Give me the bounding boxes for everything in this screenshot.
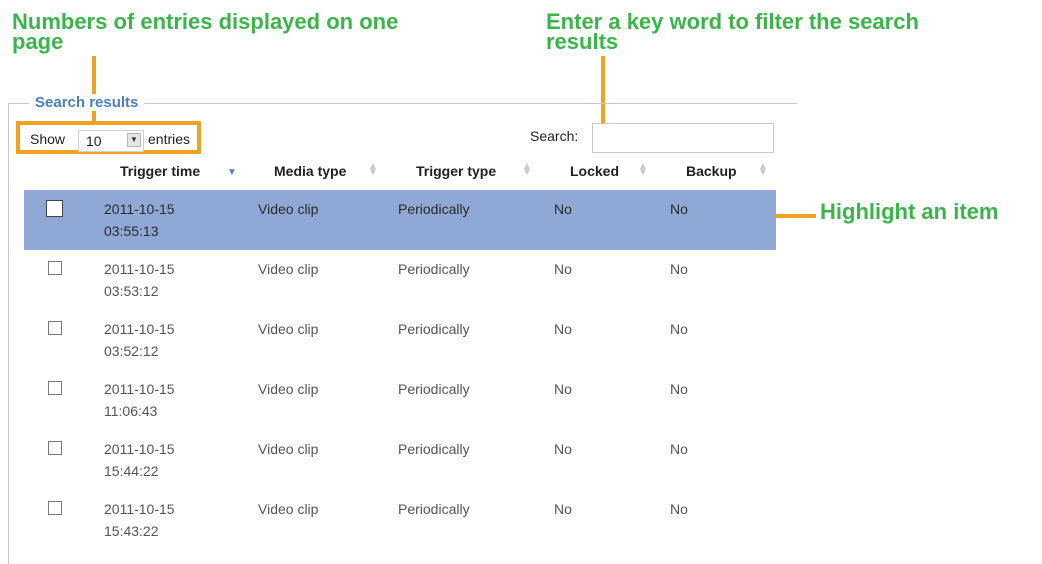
- column-trigger-time[interactable]: Trigger time: [120, 163, 200, 179]
- entries-select-value: 10: [86, 133, 102, 149]
- entries-label: entries: [148, 131, 191, 147]
- cell-locked: No: [554, 201, 572, 217]
- cell-trigger-type: Periodically: [398, 321, 470, 337]
- row-checkbox[interactable]: [48, 321, 62, 335]
- table-header: Trigger time ▼ Media type ▲ ▼ Trigger typ…: [24, 160, 776, 190]
- cell-locked: No: [554, 381, 572, 397]
- table-row[interactable]: 2011-10-15 03:53:12 Video clip Periodica…: [24, 250, 776, 310]
- table-row[interactable]: 2011-10-15 03:52:12 Video clip Periodica…: [24, 310, 776, 370]
- cell-trigger-clock: 03:52:12: [104, 343, 159, 359]
- sort-icon[interactable]: ▲ ▼: [638, 162, 648, 178]
- row-checkbox[interactable]: [46, 200, 63, 217]
- annotation-entries-per-page: Numbers of entries displayed on one page: [12, 9, 399, 54]
- column-trigger-type[interactable]: Trigger type: [416, 163, 496, 179]
- entries-select[interactable]: 10 ▼: [78, 130, 144, 152]
- cell-locked: No: [554, 321, 572, 337]
- search-input[interactable]: [592, 123, 774, 153]
- row-checkbox[interactable]: [48, 441, 62, 455]
- chevron-down-icon[interactable]: ▼: [127, 133, 141, 147]
- cell-trigger-date: 2011-10-15: [104, 441, 175, 457]
- entries-length-control: Show 10 ▼ entries: [16, 121, 201, 154]
- cell-backup: No: [670, 201, 688, 217]
- table-row[interactable]: 2011-10-15 15:44:22 Video clip Periodica…: [24, 430, 776, 490]
- cell-trigger-clock: 11:06:43: [104, 403, 158, 419]
- cell-trigger-date: 2011-10-15: [104, 261, 175, 277]
- cell-trigger-date: 2011-10-15: [104, 201, 175, 217]
- column-backup[interactable]: Backup: [686, 163, 737, 179]
- cell-media-type: Video clip: [258, 321, 319, 337]
- cell-trigger-clock: 15:43:22: [104, 523, 159, 539]
- table-row[interactable]: 2011-10-15 15:43:22 Video clip Periodica…: [24, 490, 776, 550]
- cell-trigger-date: 2011-10-15: [104, 381, 175, 397]
- show-label: Show: [30, 131, 66, 147]
- table-row[interactable]: 2011-10-15 03:55:13 Video clip Periodica…: [24, 190, 776, 250]
- column-media-type[interactable]: Media type: [274, 163, 346, 179]
- row-checkbox[interactable]: [48, 261, 62, 275]
- sort-icon[interactable]: ▲ ▼: [522, 162, 532, 178]
- cell-media-type: Video clip: [258, 201, 319, 217]
- table-row[interactable]: 2011-10-15 11:06:43 Video clip Periodica…: [24, 370, 776, 430]
- cell-locked: No: [554, 261, 572, 277]
- sort-icon[interactable]: ▲ ▼: [368, 162, 378, 178]
- cell-locked: No: [554, 441, 572, 457]
- column-locked[interactable]: Locked: [570, 163, 619, 179]
- annotation-search-filter: Enter a key word to filter the search re…: [546, 9, 919, 54]
- cell-trigger-type: Periodically: [398, 381, 470, 397]
- cell-backup: No: [670, 441, 688, 457]
- sort-icon[interactable]: ▲ ▼: [758, 162, 768, 178]
- cell-trigger-clock: 15:44:22: [104, 463, 159, 479]
- row-checkbox[interactable]: [48, 501, 62, 515]
- cell-trigger-date: 2011-10-15: [104, 501, 175, 517]
- cell-trigger-type: Periodically: [398, 501, 470, 517]
- cell-trigger-type: Periodically: [398, 441, 470, 457]
- cell-trigger-date: 2011-10-15: [104, 321, 175, 337]
- panel-legend: Search results: [29, 94, 145, 111]
- row-checkbox[interactable]: [48, 381, 62, 395]
- cell-media-type: Video clip: [258, 261, 319, 277]
- cell-media-type: Video clip: [258, 381, 319, 397]
- cell-locked: No: [554, 501, 572, 517]
- cell-trigger-clock: 03:53:12: [104, 283, 159, 299]
- sort-desc-icon[interactable]: ▼: [227, 168, 237, 178]
- cell-trigger-type: Periodically: [398, 201, 470, 217]
- cell-trigger-type: Periodically: [398, 261, 470, 277]
- search-label: Search:: [530, 128, 579, 144]
- cell-media-type: Video clip: [258, 501, 319, 517]
- cell-trigger-clock: 03:55:13: [104, 223, 159, 239]
- cell-backup: No: [670, 381, 688, 397]
- annotation-highlight-item: Highlight an item: [820, 199, 999, 224]
- cell-backup: No: [670, 261, 688, 277]
- cell-backup: No: [670, 501, 688, 517]
- cell-media-type: Video clip: [258, 441, 319, 457]
- cell-backup: No: [670, 321, 688, 337]
